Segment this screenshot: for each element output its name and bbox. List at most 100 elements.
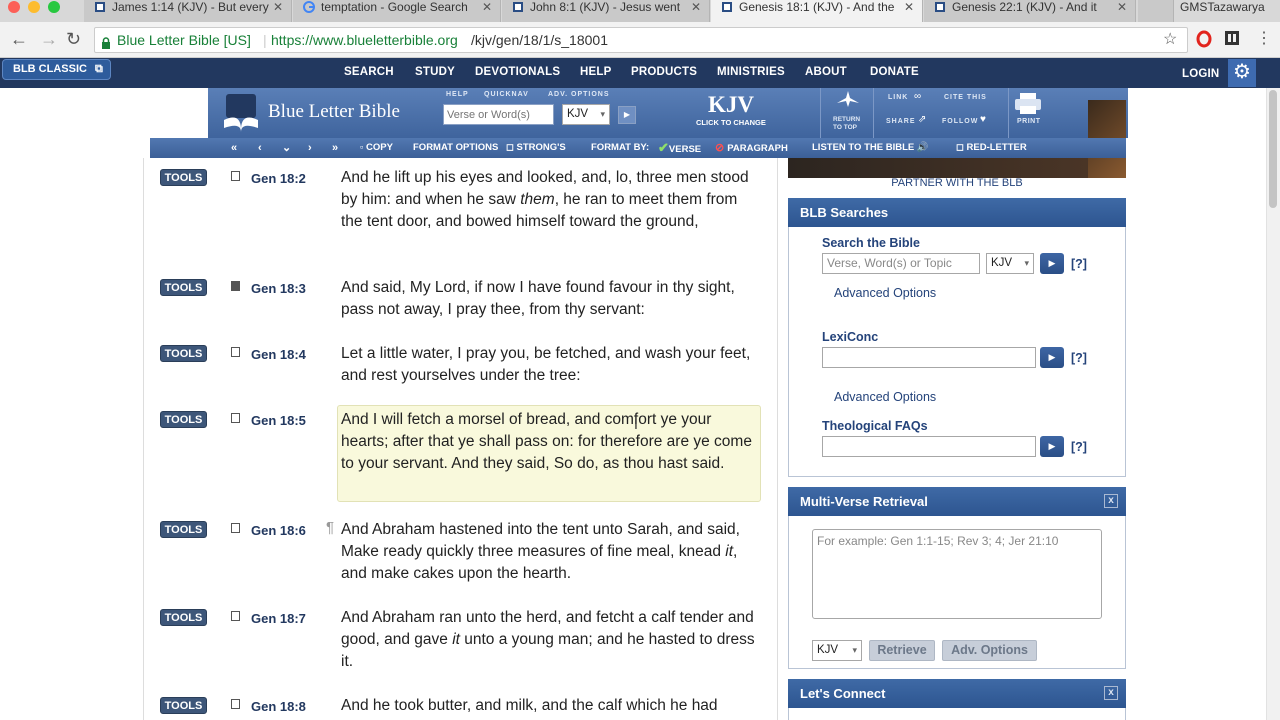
return-to-top-button[interactable]: RETURN TO TOP [820,88,874,138]
first-chapter-icon[interactable]: « [231,138,237,158]
nav-help[interactable]: HELP [580,58,611,88]
nav-devotionals[interactable]: DEVOTIONALS [475,58,560,88]
tools-button[interactable]: TOOLS [160,169,207,186]
verse-ref[interactable]: Gen 18:8 [251,699,306,714]
previous-chapter-icon[interactable]: ‹ [258,138,262,158]
copy-verse-icon[interactable] [231,347,240,357]
nav-donate[interactable]: DONATE [870,58,919,88]
gear-icon[interactable]: ⚙ [1228,59,1256,87]
verse-ref[interactable]: Gen 18:2 [251,171,306,186]
bookmark-star-icon[interactable]: ☆ [1163,28,1177,52]
extension-icon[interactable] [1224,30,1240,51]
forward-arrow-icon[interactable]: → [40,28,58,50]
tools-button[interactable]: TOOLS [160,697,207,714]
new-tab-button[interactable] [1138,0,1174,22]
next-chapter-icon[interactable]: › [308,138,312,158]
version-big[interactable]: KJV [708,92,754,118]
reload-icon[interactable]: ↻ [66,28,81,50]
search-go-icon[interactable]: ▶ [1040,253,1064,274]
tab-close-icon[interactable]: ✕ [482,0,492,14]
multi-verse-version-select[interactable]: KJV [812,640,862,661]
search-version-select[interactable]: KJV [986,253,1034,274]
menu-icon[interactable]: ⋮ [1256,28,1272,48]
tab-john[interactable]: John 8:1 (KJV) - Jesus went ✕ [502,0,710,22]
close-window-button[interactable] [8,1,20,13]
verse-ref[interactable]: Gen 18:3 [251,281,306,296]
nav-study[interactable]: STUDY [415,58,455,88]
back-arrow-icon[interactable]: ← [10,28,28,50]
partner-link[interactable]: PARTNER WITH THE BLB [788,177,1126,189]
theological-go-icon[interactable]: ▶ [1040,436,1064,457]
quicknav-help-link[interactable]: HELP [446,91,469,98]
red-letter-toggle[interactable]: ◻ RED-LETTER [956,138,1027,158]
tools-button[interactable]: TOOLS [160,521,207,538]
nav-search[interactable]: SEARCH [344,58,394,88]
site-logo-text[interactable]: Blue Letter Bible [268,101,400,123]
verse-ref[interactable]: Gen 18:4 [251,347,306,362]
verse-ref[interactable]: Gen 18:5 [251,413,306,428]
address-bar[interactable]: Blue Letter Bible [US] | https://www.blu… [94,27,1188,53]
listen-button[interactable]: LISTEN TO THE BIBLE 🔊 [812,138,929,158]
close-icon[interactable]: x [1104,686,1118,700]
login-link[interactable]: LOGIN [1182,60,1219,90]
last-chapter-icon[interactable]: » [332,138,338,158]
copy-verse-icon[interactable] [231,523,240,533]
quicknav-adv-options[interactable]: ADV. OPTIONS [548,91,610,98]
format-options-button[interactable]: FORMAT OPTIONS [413,138,498,158]
tab-genesis-22[interactable]: Genesis 22:1 (KJV) - And it ✕ [924,0,1136,22]
nav-products[interactable]: PRODUCTS [631,58,697,88]
tab-close-icon[interactable]: ✕ [273,0,283,14]
lexiconc-help-link[interactable]: [?] [1071,351,1087,365]
blb-logo-icon[interactable] [222,92,260,137]
lexiconc-input[interactable] [822,347,1036,368]
chapter-list-icon[interactable]: ⌄ [282,138,291,158]
lexiconc-advanced-options[interactable]: Advanced Options [834,390,936,404]
copy-verse-icon[interactable] [231,611,240,621]
blb-classic-button[interactable]: BLB CLASSIC ⧉ [2,59,111,80]
multi-verse-textarea[interactable]: For example: Gen 1:1-15; Rev 3; 4; Jer 2… [812,529,1102,619]
minimize-window-button[interactable] [28,1,40,13]
tab-genesis-18[interactable]: Genesis 18:1 (KJV) - And the ✕ [711,0,923,22]
share-button[interactable]: SHARE [886,118,916,125]
nav-about[interactable]: ABOUT [805,58,847,88]
verse-ref[interactable]: Gen 18:7 [251,611,306,626]
verse-ref[interactable]: Gen 18:6 [251,523,306,538]
link-button[interactable]: LINK [888,94,908,101]
scrollbar-thumb[interactable] [1269,90,1277,208]
search-bible-input[interactable]: Verse, Word(s) or Topic [822,253,980,274]
print-button[interactable]: PRINT [1008,88,1046,138]
format-verse-option[interactable]: ✔VERSE [658,138,701,158]
copy-verse-icon[interactable] [231,413,240,423]
click-to-change[interactable]: CLICK TO CHANGE [696,118,766,127]
tab-google-search[interactable]: temptation - Google Search ✕ [293,0,501,22]
strongs-toggle[interactable]: ◻ STRONG'S [506,138,566,158]
profile-name[interactable]: GMSTazawarya [1180,0,1265,14]
tools-button[interactable]: TOOLS [160,609,207,626]
tab-james[interactable]: James 1:14 (KJV) - But every ✕ [84,0,292,22]
quicknav-go-icon[interactable]: ▶ [618,106,636,124]
tab-close-icon[interactable]: ✕ [904,0,914,14]
search-help-link[interactable]: [?] [1071,257,1087,271]
cite-this-button[interactable]: CITE THIS [944,94,987,101]
copy-verse-icon[interactable] [231,171,240,181]
follow-button[interactable]: FOLLOW [942,118,978,125]
tools-button[interactable]: TOOLS [160,279,207,296]
tools-button[interactable]: TOOLS [160,411,207,428]
tab-close-icon[interactable]: ✕ [691,0,701,14]
quicknav-version-select[interactable]: KJV [562,104,610,125]
quicknav-input[interactable] [443,104,554,125]
retrieve-button[interactable]: Retrieve [869,640,935,661]
copy-button[interactable]: ▫ COPY [360,138,393,158]
copy-verse-icon[interactable] [231,699,240,709]
nav-ministries[interactable]: MINISTRIES [717,58,785,88]
search-advanced-options[interactable]: Advanced Options [834,286,936,300]
maximize-window-button[interactable] [48,1,60,13]
adv-options-button[interactable]: Adv. Options [942,640,1037,661]
copy-verse-icon[interactable] [231,281,240,291]
theological-help-link[interactable]: [?] [1071,440,1087,454]
close-icon[interactable]: x [1104,494,1118,508]
lexiconc-go-icon[interactable]: ▶ [1040,347,1064,368]
opera-icon[interactable] [1196,30,1212,53]
format-paragraph-option[interactable]: ⊘ PARAGRAPH [715,138,788,158]
tools-button[interactable]: TOOLS [160,345,207,362]
